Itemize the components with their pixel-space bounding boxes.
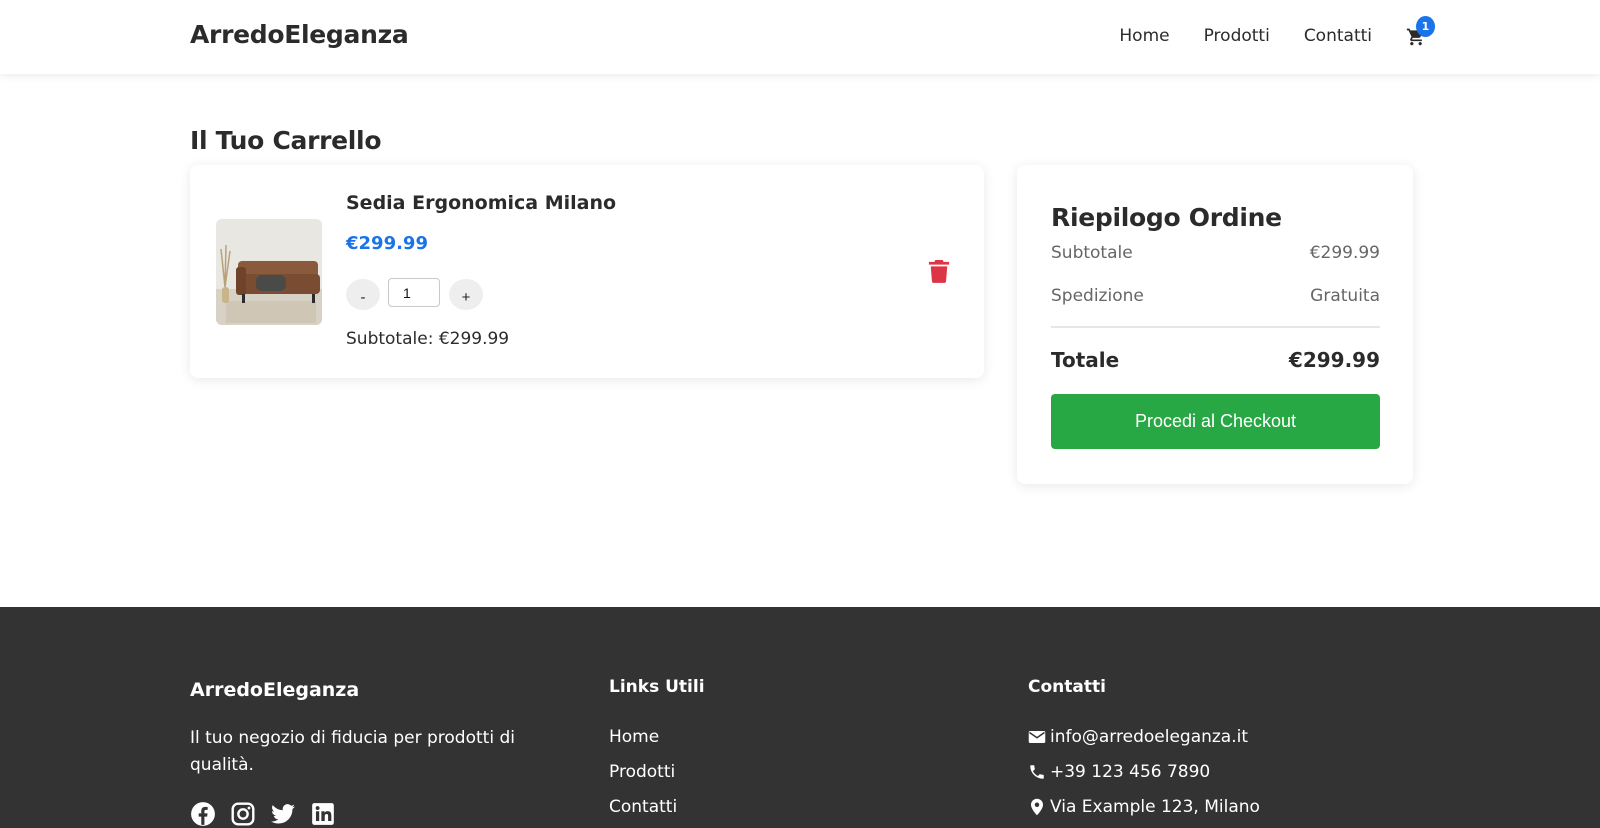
footer-brand: ArredoEleganza (190, 679, 360, 701)
quantity-input[interactable] (388, 278, 440, 307)
social-links (190, 801, 350, 827)
footer-link-item: Home (609, 719, 705, 754)
trash-icon (928, 260, 950, 283)
footer-address-item: Via Example 123, Milano (1028, 789, 1260, 824)
summary-shipping-value: Gratuita (1310, 286, 1380, 306)
phone-icon (1028, 763, 1046, 781)
linkedin-icon (312, 803, 334, 825)
footer-contacts-list: info@arredoeleganza.it +39 123 456 7890 … (1028, 719, 1260, 824)
item-price: €299.99 (346, 233, 428, 254)
envelope-icon (1028, 728, 1046, 746)
summary-total-row: Totale €299.99 (1051, 348, 1380, 372)
footer-contacts-column: Contatti info@arredoeleganza.it +39 123 … (1028, 677, 1260, 824)
footer-email[interactable]: info@arredoeleganza.it (1050, 727, 1248, 747)
footer-link-item: Prodotti (609, 754, 705, 789)
cart-link[interactable]: 1 (1406, 16, 1435, 48)
nav-home[interactable]: Home (1119, 26, 1169, 46)
footer-email-item: info@arredoeleganza.it (1028, 719, 1260, 754)
order-summary-card: Riepilogo Ordine Subtotale €299.99 Spedi… (1017, 165, 1413, 484)
summary-subtotal-value: €299.99 (1309, 243, 1380, 263)
checkout-button[interactable]: Procedi al Checkout (1051, 394, 1380, 449)
footer-link-prodotti[interactable]: Prodotti (609, 762, 675, 782)
facebook-icon (191, 802, 215, 826)
footer-phone[interactable]: +39 123 456 7890 (1050, 762, 1210, 782)
quantity-decrement-button[interactable]: - (346, 279, 380, 310)
summary-shipping-row: Spedizione Gratuita (1051, 286, 1380, 306)
item-subtotal: Subtotale: €299.99 (346, 329, 510, 349)
cart-item-card: Sedia Ergonomica Milano €299.99 - + Subt… (190, 165, 984, 378)
footer-link-home[interactable]: Home (609, 727, 659, 747)
summary-title: Riepilogo Ordine (1051, 203, 1282, 232)
cart-count-badge: 1 (1416, 16, 1435, 37)
site-header: ArredoEleganza Home Prodotti Contatti 1 (0, 0, 1600, 74)
remove-item-button[interactable] (928, 259, 952, 285)
summary-total-value: €299.99 (1288, 348, 1380, 372)
footer-links-column: Links Utili Home Prodotti Contatti (609, 677, 705, 824)
summary-total-label: Totale (1051, 348, 1120, 372)
footer-link-contatti[interactable]: Contatti (609, 797, 677, 817)
footer-contacts-heading: Contatti (1028, 677, 1106, 697)
summary-divider (1051, 326, 1380, 328)
linkedin-link[interactable] (310, 801, 336, 827)
map-marker-icon (1028, 798, 1046, 816)
footer-link-item: Contatti (609, 789, 705, 824)
summary-subtotal-row: Subtotale €299.99 (1051, 243, 1380, 263)
footer-links-list: Home Prodotti Contatti (609, 719, 705, 824)
page-title: Il Tuo Carrello (190, 126, 382, 155)
instagram-icon (231, 802, 255, 826)
facebook-link[interactable] (190, 801, 216, 827)
brand-logo[interactable]: ArredoEleganza (190, 20, 409, 49)
summary-shipping-label: Spedizione (1051, 286, 1144, 306)
item-name[interactable]: Sedia Ergonomica Milano (346, 192, 616, 214)
nav-contatti[interactable]: Contatti (1304, 26, 1372, 46)
summary-subtotal-label: Subtotale (1051, 243, 1133, 263)
nav-prodotti[interactable]: Prodotti (1204, 26, 1270, 46)
twitter-icon (271, 804, 295, 824)
footer-phone-item: +39 123 456 7890 (1028, 754, 1260, 789)
site-footer: ArredoEleganza Il tuo negozio di fiducia… (0, 607, 1600, 828)
main-nav: Home Prodotti Contatti 1 (1085, 16, 1435, 48)
footer-tagline: Il tuo negozio di fiducia per prodotti d… (190, 728, 515, 775)
footer-links-heading: Links Utili (609, 677, 705, 697)
quantity-increment-button[interactable]: + (449, 279, 483, 310)
footer-address: Via Example 123, Milano (1050, 796, 1260, 817)
instagram-link[interactable] (230, 801, 256, 827)
product-image[interactable] (216, 219, 322, 325)
twitter-link[interactable] (270, 801, 296, 827)
